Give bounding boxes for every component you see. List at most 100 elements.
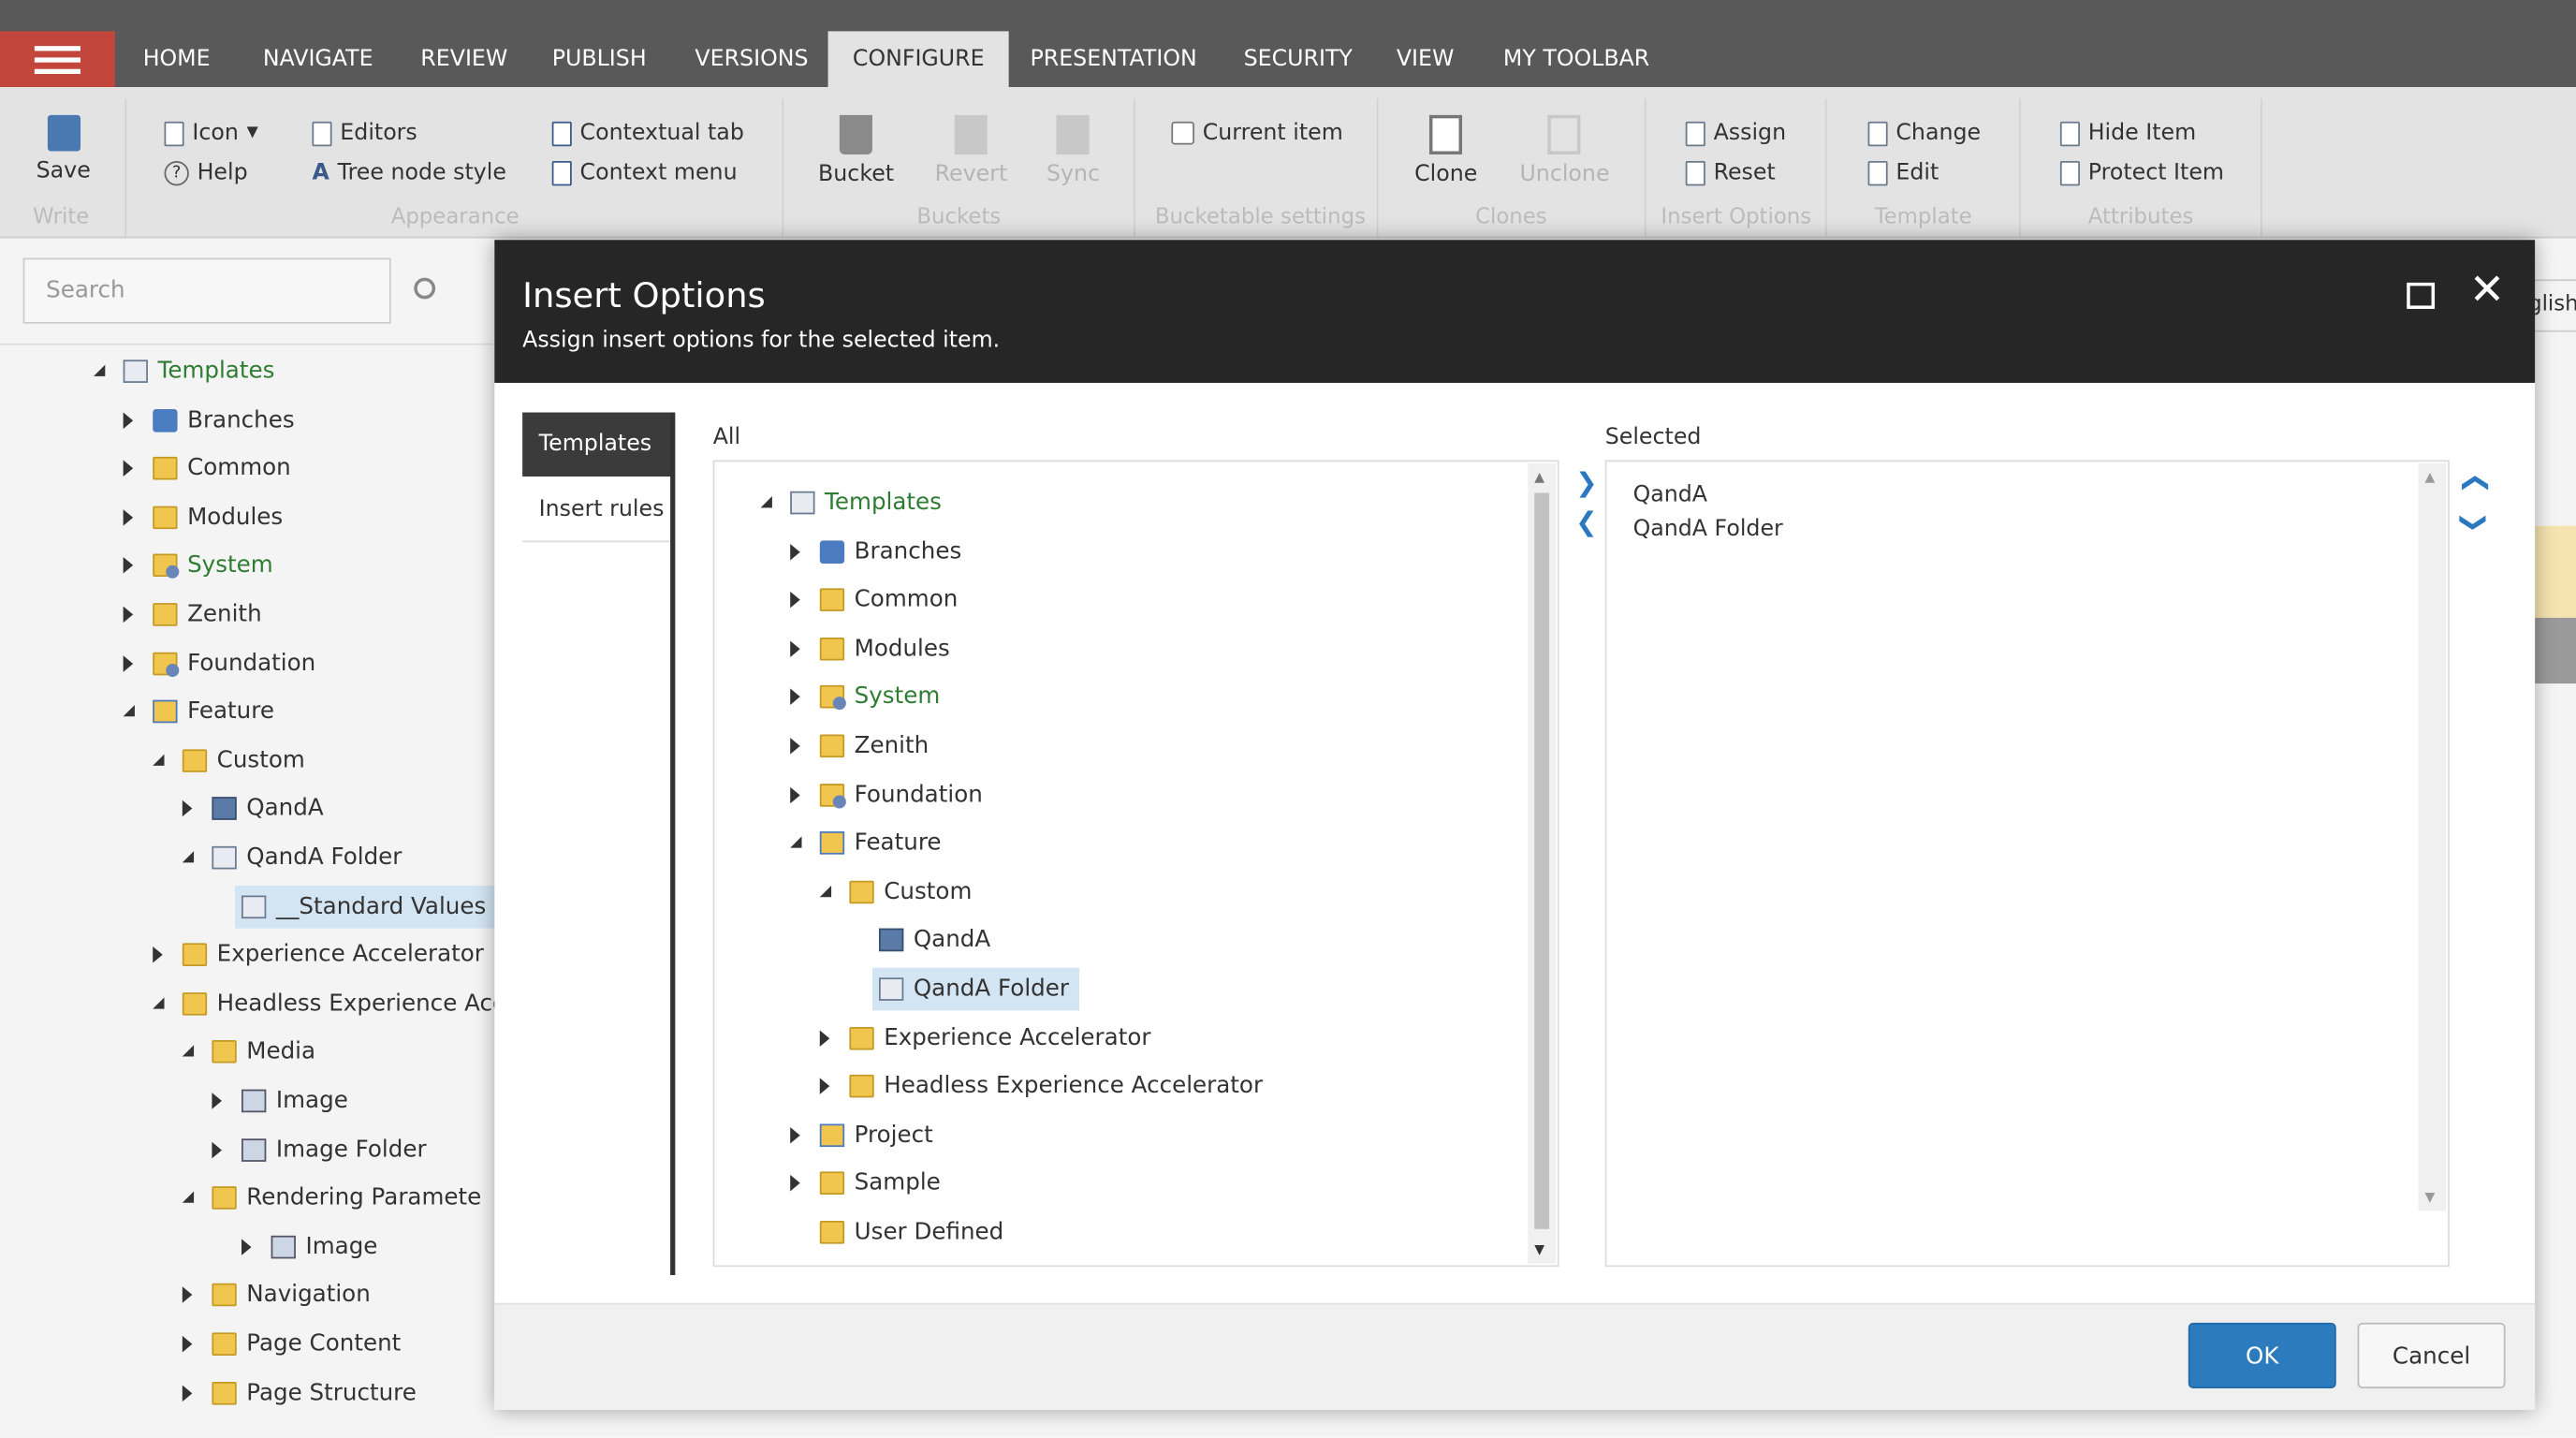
scrollbar[interactable]: ▲ ▼ (2418, 462, 2447, 1211)
expand-icon[interactable] (153, 946, 163, 963)
tree-item[interactable]: Page Structure (212, 1372, 417, 1415)
sync-button[interactable]: Sync (1046, 114, 1100, 187)
tree-item[interactable]: Image (271, 1225, 377, 1269)
expand-icon[interactable] (182, 1286, 193, 1304)
tree-item[interactable]: Foundation (153, 642, 315, 685)
collapse-icon[interactable] (182, 851, 195, 863)
move-down-icon[interactable]: ❯ (2459, 511, 2490, 534)
tree-item[interactable]: Experience Accelerator (182, 933, 484, 976)
change-template-button[interactable]: Change (1867, 120, 1981, 146)
tab-home[interactable]: HOME (118, 31, 235, 87)
collapse-icon[interactable] (819, 885, 832, 897)
tree-item[interactable]: Headless Experience Accelerator (849, 1065, 1263, 1108)
collapse-icon[interactable] (153, 754, 165, 766)
expand-icon[interactable] (790, 543, 800, 560)
tree-item[interactable]: Foundation (819, 773, 983, 816)
tab-review[interactable]: REVIEW (396, 31, 533, 87)
expand-icon[interactable] (182, 1384, 193, 1401)
expand-icon[interactable] (123, 508, 134, 526)
tree-item[interactable]: Custom (849, 871, 972, 914)
expand-icon[interactable] (819, 1078, 830, 1095)
expand-icon[interactable] (790, 1126, 800, 1144)
tree-node-style-button[interactable]: A Tree node style (312, 159, 506, 185)
tab-templates[interactable]: Templates (522, 412, 674, 477)
tree-item[interactable]: Branches (153, 399, 295, 442)
tree-item[interactable]: Image (241, 1079, 348, 1123)
editors-button[interactable]: Editors (312, 120, 417, 146)
help-button[interactable]: ? Help (164, 159, 248, 185)
hamburger-icon[interactable] (0, 31, 115, 88)
selected-item[interactable]: QandA (1633, 478, 1707, 513)
scrollbar-thumb[interactable] (1534, 492, 1550, 1229)
tree-item[interactable]: QandA (878, 919, 990, 962)
icon-dropdown[interactable]: Icon ▼ (164, 120, 258, 146)
tree-item[interactable]: Headless Experience Accel (182, 982, 526, 1025)
search-input[interactable]: Search (22, 257, 391, 324)
collapse-icon[interactable] (182, 1045, 195, 1058)
tree-item[interactable]: User Defined (819, 1211, 1003, 1255)
bucket-button[interactable]: Bucket (818, 114, 894, 187)
tree-item[interactable]: Navigation (212, 1274, 371, 1317)
protect-item-button[interactable]: Protect Item (2059, 159, 2224, 185)
tree-item[interactable]: Templates (123, 350, 274, 393)
tree-item[interactable]: Media (212, 1031, 315, 1074)
expand-icon[interactable] (182, 1335, 193, 1353)
expand-icon[interactable] (790, 592, 800, 609)
tree-item[interactable]: Branches (819, 530, 961, 573)
tab-publish[interactable]: PUBLISH (527, 31, 671, 87)
expand-icon[interactable] (790, 1175, 800, 1193)
tree-item[interactable]: Experience Accelerator (849, 1017, 1150, 1060)
expand-icon[interactable] (123, 654, 134, 672)
expand-icon[interactable] (123, 460, 134, 477)
collapse-icon[interactable] (182, 1191, 195, 1204)
collapse-icon[interactable] (153, 996, 165, 1009)
scroll-up-icon[interactable]: ▲ (2425, 470, 2436, 485)
expand-icon[interactable] (182, 800, 193, 817)
tree-item[interactable]: Feature (819, 822, 942, 865)
contextual-tab-button[interactable]: Contextual tab (551, 120, 744, 146)
tree-item[interactable]: QandA (212, 787, 324, 830)
selected-item[interactable]: QandA Folder (1633, 513, 1783, 548)
hide-item-button[interactable]: Hide Item (2059, 120, 2196, 146)
tab-view[interactable]: VIEW (1372, 31, 1479, 87)
scroll-down-icon[interactable]: ▼ (2425, 1190, 2436, 1205)
tab-versions[interactable]: VERSIONS (670, 31, 833, 87)
tab-navigate[interactable]: NAVIGATE (238, 31, 397, 87)
collapse-icon[interactable] (790, 836, 802, 848)
tree-item[interactable]: Feature (153, 690, 274, 733)
tree-item[interactable]: QandA Folder (871, 967, 1079, 1011)
collapse-icon[interactable] (760, 496, 772, 508)
tab-configure[interactable]: CONFIGURE (827, 31, 1009, 88)
expand-icon[interactable] (819, 1029, 830, 1047)
expand-icon[interactable] (123, 557, 134, 575)
add-arrow-icon[interactable]: ❯ (1575, 469, 1598, 496)
move-up-icon[interactable]: ❯ (2457, 472, 2488, 494)
close-icon[interactable]: ✕ (2469, 270, 2505, 313)
reset-button[interactable]: Reset (1685, 159, 1776, 185)
scroll-down-icon[interactable]: ▼ (1534, 1242, 1544, 1257)
expand-icon[interactable] (790, 689, 800, 706)
expand-icon[interactable] (241, 1238, 252, 1255)
tree-item[interactable]: Project (819, 1114, 933, 1157)
expand-icon[interactable] (790, 738, 800, 755)
tab-my-toolbar[interactable]: MY TOOLBAR (1479, 31, 1675, 87)
expand-icon[interactable] (790, 785, 800, 803)
cancel-button[interactable]: Cancel (2357, 1322, 2506, 1389)
collapse-icon[interactable] (123, 705, 135, 717)
expand-icon[interactable] (123, 411, 134, 429)
current-item-checkbox[interactable]: Current item (1171, 120, 1343, 146)
assign-button[interactable]: Assign (1685, 120, 1786, 146)
tree-item[interactable]: Sample (819, 1163, 941, 1206)
save-button[interactable]: Save (37, 114, 91, 184)
edit-template-button[interactable]: Edit (1867, 159, 1939, 185)
tree-item[interactable]: Custom (182, 739, 305, 782)
clone-button[interactable]: Clone (1414, 114, 1477, 187)
unclone-button[interactable]: Unclone (1519, 114, 1610, 187)
search-icon[interactable] (414, 277, 436, 300)
context-menu-button[interactable]: Context menu (551, 159, 738, 185)
expand-icon[interactable] (212, 1141, 222, 1158)
language-selector[interactable]: glish (2535, 279, 2576, 332)
tab-security[interactable]: SECURITY (1219, 31, 1377, 87)
maximize-icon[interactable] (2407, 282, 2436, 309)
tree-item[interactable]: Common (153, 448, 291, 491)
